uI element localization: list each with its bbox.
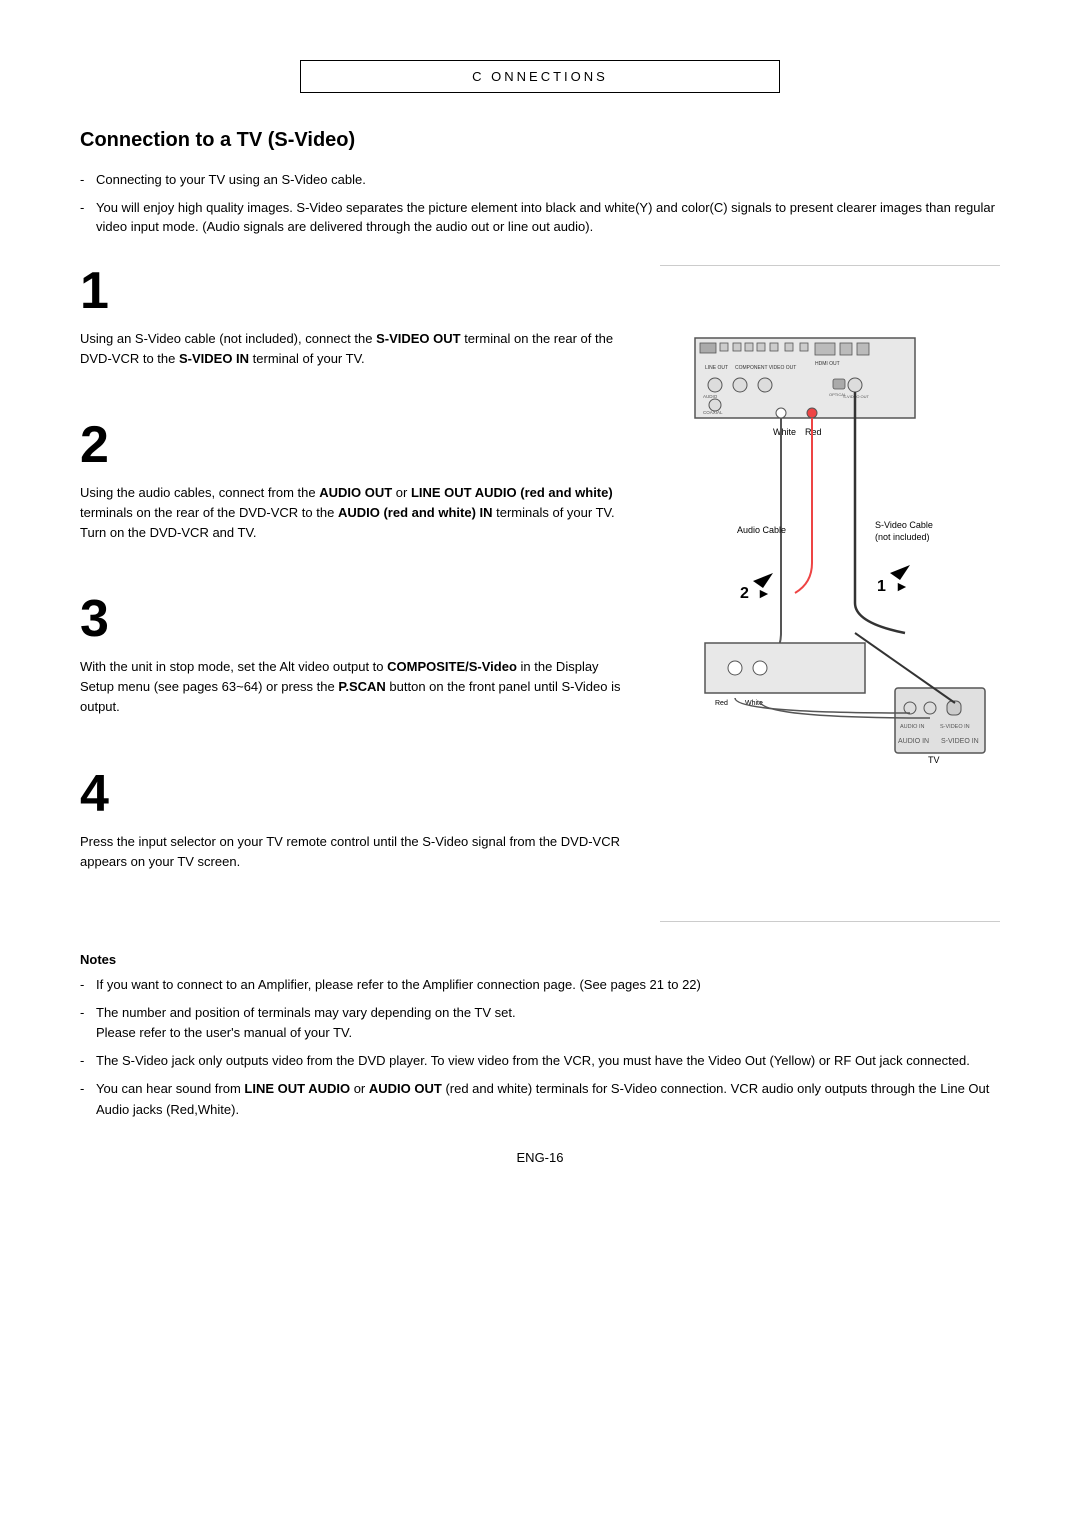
- steps-column: 1 Using an S-Video cable (not included),…: [80, 265, 660, 922]
- svg-text:COMPONENT VIDEO OUT: COMPONENT VIDEO OUT: [735, 365, 796, 371]
- step-3-number: 3: [80, 593, 630, 645]
- svg-text:S-Video Cable: S-Video Cable: [875, 520, 933, 530]
- notes-section: Notes If you want to connect to an Ampli…: [80, 952, 1000, 1120]
- section-title: Connection to a TV (S-Video): [80, 129, 1000, 152]
- page-title: C ONNECTIONS: [472, 69, 608, 84]
- svg-text:Red: Red: [805, 427, 822, 437]
- main-content: 1 Using an S-Video cable (not included),…: [80, 265, 1000, 922]
- svg-text:LINE OUT: LINE OUT: [705, 365, 728, 371]
- step-4-number: 4: [80, 768, 630, 820]
- svg-text:(not included): (not included): [875, 532, 930, 542]
- note-2: The number and position of terminals may…: [80, 1003, 1000, 1043]
- svg-text:►: ►: [895, 578, 909, 594]
- svg-text:►: ►: [757, 585, 771, 601]
- svg-text:TV: TV: [928, 755, 940, 765]
- step-1-number: 1: [80, 265, 630, 317]
- note-4: You can hear sound from LINE OUT AUDIO o…: [80, 1079, 1000, 1119]
- header-box: C ONNECTIONS: [300, 60, 780, 93]
- diagram-column: LINE OUT COMPONENT VIDEO OUT HDMI OUT AU…: [660, 265, 1000, 922]
- svg-text:S-VIDEO IN: S-VIDEO IN: [941, 738, 979, 745]
- svg-text:AUDIO: AUDIO: [703, 394, 718, 399]
- svg-text:Audio Cable: Audio Cable: [737, 525, 786, 535]
- notes-title: Notes: [80, 952, 1000, 967]
- svg-text:S-VIDEO IN: S-VIDEO IN: [940, 724, 970, 730]
- step-1: 1 Using an S-Video cable (not included),…: [80, 265, 630, 389]
- svg-text:Red: Red: [715, 700, 728, 707]
- svg-text:HDMI OUT: HDMI OUT: [815, 361, 840, 367]
- step-3-text: With the unit in stop mode, set the Alt …: [80, 657, 630, 717]
- step-4-text: Press the input selector on your TV remo…: [80, 832, 630, 872]
- connection-diagram: LINE OUT COMPONENT VIDEO OUT HDMI OUT AU…: [685, 333, 995, 853]
- step-2: 2 Using the audio cables, connect from t…: [80, 419, 630, 563]
- step-2-number: 2: [80, 419, 630, 471]
- svg-text:2: 2: [740, 585, 749, 602]
- intro-item-2: You will enjoy high quality images. S-Vi…: [80, 198, 1000, 237]
- svg-text:COAXIAL: COAXIAL: [703, 410, 723, 415]
- svg-text:AUDIO IN: AUDIO IN: [900, 724, 924, 730]
- intro-item-1: Connecting to your TV using an S-Video c…: [80, 170, 1000, 190]
- note-1: If you want to connect to an Amplifier, …: [80, 975, 1000, 995]
- svg-text:S-VIDEO OUT: S-VIDEO OUT: [843, 394, 870, 399]
- note-3: The S-Video jack only outputs video from…: [80, 1051, 1000, 1071]
- page: C ONNECTIONS Connection to a TV (S-Video…: [0, 0, 1080, 1528]
- svg-text:1: 1: [877, 578, 886, 595]
- step-2-text: Using the audio cables, connect from the…: [80, 483, 630, 543]
- svg-text:OPTICAL: OPTICAL: [829, 392, 847, 397]
- svg-text:AUDIO IN: AUDIO IN: [898, 738, 929, 745]
- step-1-text: Using an S-Video cable (not included), c…: [80, 329, 630, 369]
- svg-text:White: White: [773, 427, 796, 437]
- step-3: 3 With the unit in stop mode, set the Al…: [80, 593, 630, 737]
- page-number: ENG-16: [80, 1150, 1000, 1165]
- notes-list: If you want to connect to an Amplifier, …: [80, 975, 1000, 1120]
- intro-list: Connecting to your TV using an S-Video c…: [80, 170, 1000, 237]
- step-4: 4 Press the input selector on your TV re…: [80, 768, 630, 892]
